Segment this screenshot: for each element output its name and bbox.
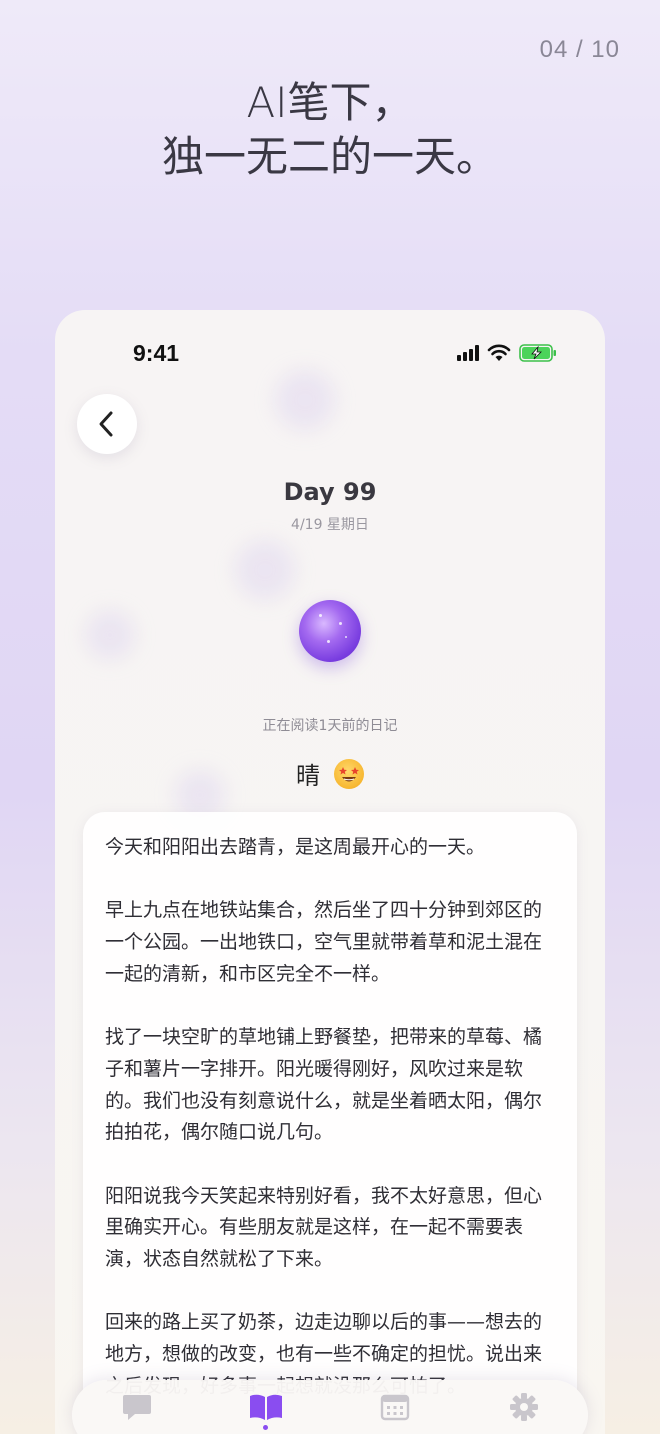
weather-label: 晴: [296, 762, 320, 790]
reading-note: 正在阅读1天前的日记: [262, 718, 398, 734]
bottom-tab-bar: [72, 1380, 588, 1434]
status-time: 9:41: [133, 340, 180, 366]
hero-line-1: AI笔下，: [246, 78, 414, 127]
active-tab-indicator: [263, 1425, 268, 1430]
cellular-signal-icon: [457, 345, 479, 361]
tab-chat[interactable]: [107, 1392, 167, 1422]
diary-paragraph: 早上九点在地铁站集合，然后坐了四十分钟到郊区的一个公园。一出地铁口，空气里就带着…: [105, 899, 543, 985]
phone-screen: 9:41 Day 99 4/19 星期日 正在阅读1天前的日记 晴 今天和阳阳出…: [55, 310, 605, 1434]
background-blob: [85, 610, 135, 660]
calendar-icon: [380, 1394, 409, 1421]
status-icons: [457, 344, 557, 362]
tab-calendar[interactable]: [365, 1392, 425, 1422]
gear-icon: [509, 1393, 538, 1421]
tab-diary[interactable]: [236, 1392, 296, 1430]
weather-row: 晴: [55, 756, 605, 791]
diary-paragraph: 找了一块空旷的草地铺上野餐垫，把带来的草莓、橘子和薯片一字排开。阳光暖得刚好，风…: [105, 1026, 543, 1144]
hero-line-2: 独一无二的一天。: [161, 132, 498, 181]
diary-paragraph: 今天和阳阳出去踏青，是这周最开心的一天。: [105, 836, 486, 858]
chevron-left-icon: [99, 411, 113, 437]
open-book-icon: [249, 1394, 282, 1420]
background-blob: [275, 370, 335, 430]
page-counter: 04 / 10: [539, 36, 620, 63]
chat-bubble-icon: [122, 1395, 151, 1420]
star-struck-emoji-icon: [334, 758, 364, 789]
diary-content-card[interactable]: 今天和阳阳出去踏青，是这周最开心的一天。 早上九点在地铁站集合，然后坐了四十分钟…: [83, 812, 577, 1434]
tab-settings[interactable]: [494, 1392, 554, 1422]
diary-day-title: Day 99: [283, 478, 377, 506]
hero-heading: AI笔下， 独一无二的一天。: [0, 76, 660, 184]
background-blob: [235, 540, 295, 600]
diary-date: 4/19 星期日: [291, 517, 369, 533]
battery-charging-icon: [519, 344, 556, 362]
wifi-icon: [487, 344, 511, 361]
status-bar: 9:41: [55, 340, 605, 370]
ai-orb-icon: [299, 600, 361, 662]
back-button[interactable]: [77, 394, 137, 454]
diary-paragraph: 阳阳说我今天笑起来特别好看，我不太好意思，但心里确实开心。有些朋友就是这样，在一…: [105, 1184, 543, 1271]
